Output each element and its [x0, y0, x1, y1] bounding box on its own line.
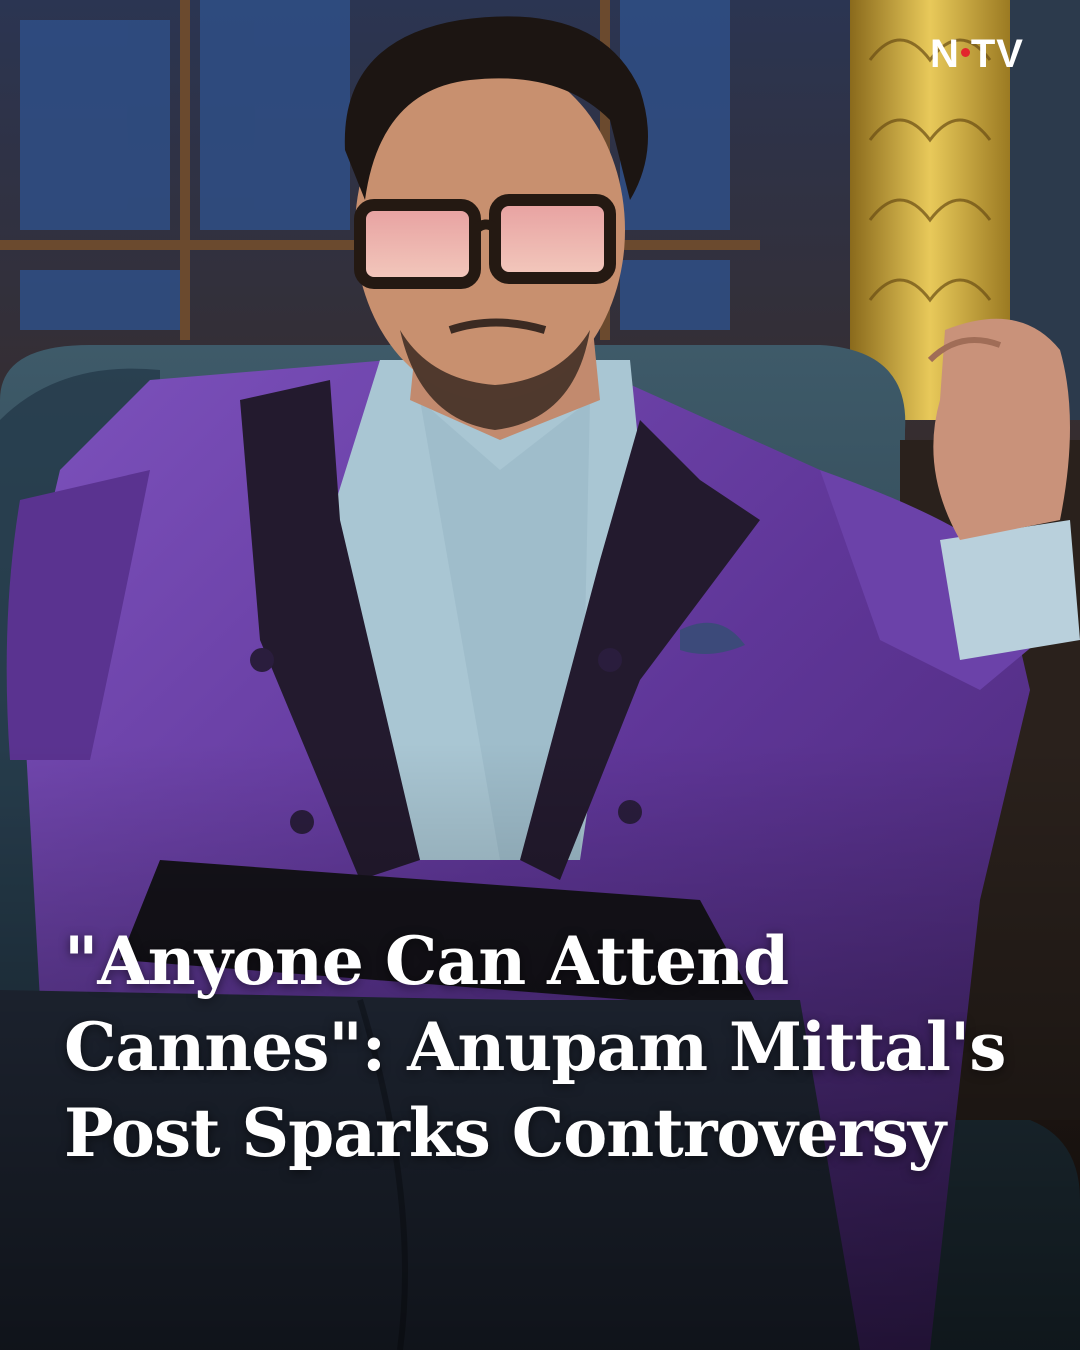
news-card: N TV "Anyone Can Attend Cannes": Anupam M… [0, 0, 1080, 1350]
ndtv-logo: N TV [930, 34, 1024, 74]
headline-line-3: Post Sparks Controversy [64, 1094, 946, 1172]
logo-text-left: N [929, 32, 960, 76]
headline-line-1: "Anyone Can Attend [64, 922, 789, 1000]
headline: "Anyone Can Attend Cannes": Anupam Mitta… [64, 918, 1024, 1176]
headline-line-2: Cannes": Anupam Mittal's [64, 1008, 1006, 1086]
logo-text-right: TV [970, 32, 1024, 76]
logo-red-dot [960, 47, 970, 57]
